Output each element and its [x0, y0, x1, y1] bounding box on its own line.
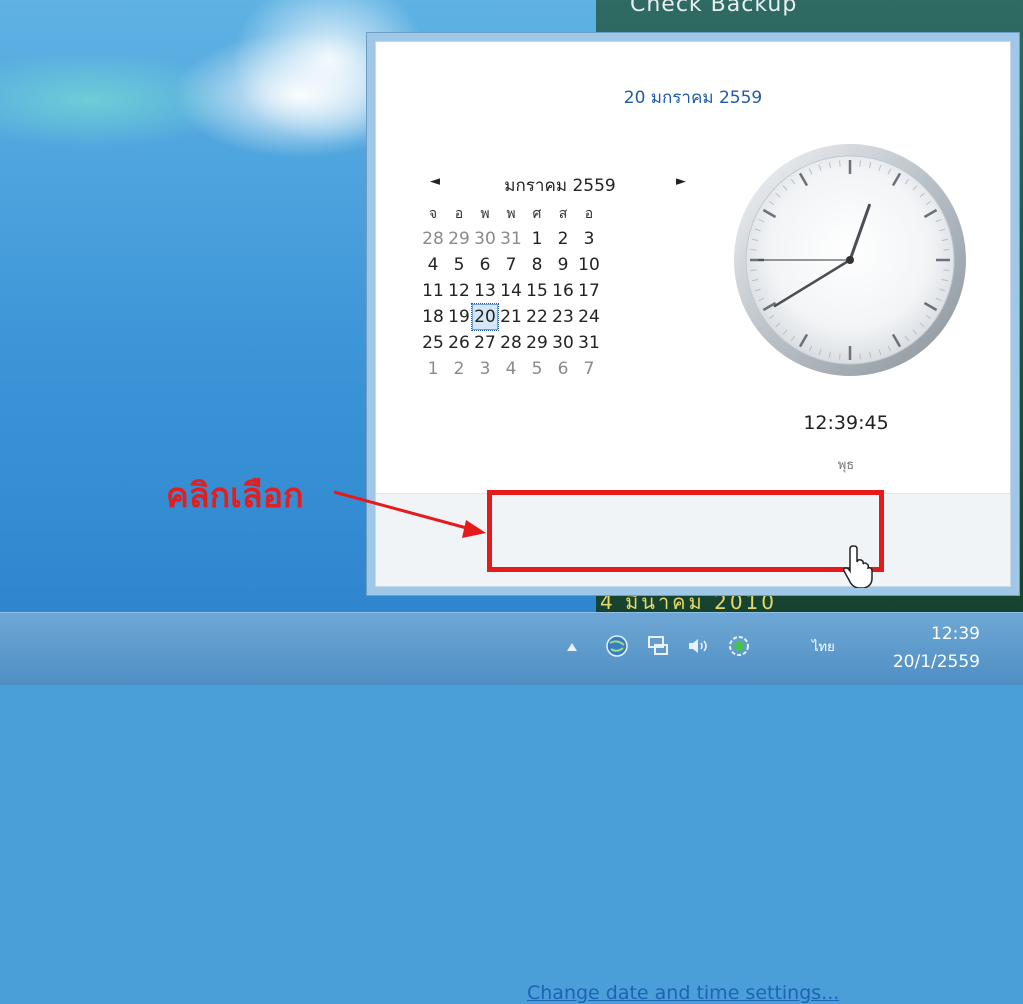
weekday-header: จ — [428, 206, 438, 222]
calendar: ◄ มกราคม 2559 ► จอพพศสอ 28 29 30 31 1 2 3 4 5 6 7 8 9… — [420, 172, 700, 382]
annotation-label: คลิกเลือก — [166, 476, 304, 516]
clock-minute-tick — [839, 160, 841, 167]
calendar-day[interactable]: 27 — [472, 330, 498, 356]
calendar-day[interactable]: 18 — [420, 304, 446, 330]
calendar-day[interactable]: 7 — [576, 356, 602, 382]
calendar-day[interactable]: 25 — [420, 330, 446, 356]
digital-time: 12:39:45 — [803, 412, 889, 434]
clock-minute-tick — [839, 353, 841, 360]
calendar-day[interactable]: 6 — [550, 356, 576, 382]
network-monitor-icon[interactable] — [646, 634, 670, 658]
weekday-header: อ — [454, 206, 464, 222]
calendar-day[interactable]: 8 — [524, 252, 550, 278]
calendar-day[interactable]: 24 — [576, 304, 602, 330]
calendar-day[interactable]: 15 — [524, 278, 550, 304]
calendar-day[interactable]: 6 — [472, 252, 498, 278]
calendar-day[interactable]: 26 — [446, 330, 472, 356]
calendar-day[interactable]: 30 — [472, 226, 498, 252]
calendar-day[interactable]: 4 — [498, 356, 524, 382]
long-date-link[interactable]: 20 มกราคม 2559 — [376, 84, 1010, 111]
clock-minute-tick — [750, 249, 757, 251]
calendar-day[interactable]: 3 — [576, 226, 602, 252]
previous-month-icon[interactable]: ◄ — [430, 174, 440, 189]
calendar-day[interactable]: 11 — [420, 278, 446, 304]
calendar-day[interactable]: 31 — [576, 330, 602, 356]
calendar-day-selected[interactable]: 20 — [471, 303, 499, 331]
calendar-day[interactable]: 2 — [550, 226, 576, 252]
calendar-day[interactable]: 13 — [472, 278, 498, 304]
taskbar-time: 12:39 — [931, 624, 980, 644]
volume-icon[interactable] — [686, 634, 710, 658]
analog-clock — [734, 144, 966, 376]
calendar-day[interactable]: 21 — [498, 304, 524, 330]
clock-minute-tick — [943, 249, 950, 251]
calendar-day[interactable]: 5 — [524, 356, 550, 382]
clock-minute-tick — [750, 269, 757, 271]
calendar-day[interactable]: 17 — [576, 278, 602, 304]
calendar-day[interactable]: 29 — [524, 330, 550, 356]
calendar-day[interactable]: 9 — [550, 252, 576, 278]
calendar-grid: จอพพศสอ 28 29 30 31 1 2 3 4 5 6 7 8 9 10 11 12 13 14 15 16 17… — [420, 202, 700, 382]
day-of-week: พุธ — [837, 458, 855, 473]
next-month-icon[interactable]: ► — [676, 174, 686, 189]
calendar-day[interactable]: 12 — [446, 278, 472, 304]
calendar-day[interactable]: 31 — [498, 226, 524, 252]
calendar-day[interactable]: 5 — [446, 252, 472, 278]
calendar-day[interactable]: 23 — [550, 304, 576, 330]
network-globe-icon[interactable] — [605, 634, 629, 658]
calendar-day[interactable]: 1 — [420, 356, 446, 382]
security-shield-icon[interactable] — [727, 634, 751, 658]
calendar-day[interactable]: 19 — [446, 304, 472, 330]
calendar-day[interactable]: 4 — [420, 252, 446, 278]
weekday-header: พ — [506, 206, 516, 222]
weekday-header: พ — [480, 206, 490, 222]
taskbar-clock[interactable]: 12:39 20/1/2559 — [870, 620, 980, 676]
language-indicator[interactable]: ไทย — [812, 636, 835, 657]
calendar-day[interactable]: 10 — [576, 252, 602, 278]
wallpaper-top-text: Check Backup — [630, 0, 798, 17]
calendar-month-label[interactable]: มกราคม 2559 — [480, 172, 640, 199]
calendar-day[interactable]: 29 — [446, 226, 472, 252]
show-hidden-icons-icon[interactable] — [566, 642, 578, 652]
calendar-nav: ◄ มกราคม 2559 ► — [420, 172, 700, 202]
calendar-day[interactable]: 28 — [498, 330, 524, 356]
weekday-header: อ — [584, 206, 594, 222]
calendar-day[interactable]: 1 — [524, 226, 550, 252]
clock-minute-tick — [859, 160, 861, 167]
clock-minute-tick — [943, 269, 950, 271]
calendar-day[interactable]: 14 — [498, 278, 524, 304]
taskbar-date: 20/1/2559 — [892, 652, 980, 672]
change-date-time-settings-link[interactable]: Change date and time settings... — [527, 982, 839, 1004]
calendar-day[interactable]: 30 — [550, 330, 576, 356]
calendar-day[interactable]: 28 — [420, 226, 446, 252]
weekday-header: ส — [558, 206, 568, 222]
calendar-day[interactable]: 7 — [498, 252, 524, 278]
clock-minute-tick — [859, 353, 861, 360]
highlight-box — [487, 490, 884, 572]
clock-center — [846, 256, 854, 264]
calendar-day[interactable]: 22 — [524, 304, 550, 330]
calendar-day[interactable]: 3 — [472, 356, 498, 382]
hand-cursor-icon — [843, 545, 873, 588]
weekday-header: ศ — [532, 206, 542, 222]
calendar-day[interactable]: 2 — [446, 356, 472, 382]
calendar-day[interactable]: 16 — [550, 278, 576, 304]
